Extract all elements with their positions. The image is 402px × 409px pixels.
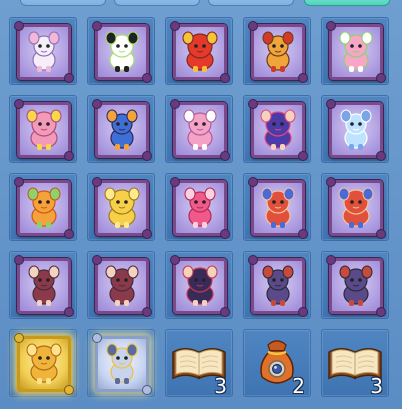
inventory-slot[interactable]: [87, 173, 155, 241]
tab-3[interactable]: [208, 0, 294, 6]
inventory-slot[interactable]: [9, 17, 77, 85]
armored-beast-pet-icon: [258, 264, 298, 308]
inventory-slot[interactable]: [87, 329, 155, 397]
inventory-slot[interactable]: [243, 95, 311, 163]
pet-card: [14, 21, 74, 83]
pet-card: [326, 99, 386, 161]
pet-card: [326, 21, 386, 83]
tab-4-active[interactable]: [304, 0, 390, 6]
inventory-slot[interactable]: [165, 251, 233, 319]
red-warrior-pet-icon: [258, 186, 298, 230]
inventory-slot[interactable]: [9, 251, 77, 319]
inventory-slot[interactable]: 3: [165, 329, 233, 397]
inventory-slot[interactable]: [87, 17, 155, 85]
yellow-pear-pet-icon: [102, 186, 142, 230]
inventory-slot[interactable]: [165, 95, 233, 163]
inventory-slot[interactable]: [321, 251, 389, 319]
inventory-slot[interactable]: [321, 95, 389, 163]
pet-card: [14, 99, 74, 161]
inventory-slot[interactable]: [9, 329, 77, 397]
inventory-slot[interactable]: [87, 251, 155, 319]
inventory-slot[interactable]: [243, 251, 311, 319]
inventory-slot[interactable]: [9, 95, 77, 163]
pet-card: [92, 255, 152, 317]
inventory-slot[interactable]: [321, 173, 389, 241]
inventory-slot[interactable]: [165, 173, 233, 241]
pet-card: [92, 99, 152, 161]
pink-bird-pet-icon: [336, 30, 376, 74]
bat-pet-icon: [102, 264, 142, 308]
pink-fairy-pet-icon: [180, 186, 220, 230]
purple-girl-pet-icon: [258, 108, 298, 152]
inventory-slot[interactable]: [87, 95, 155, 163]
red-dragon-pet-icon: [180, 30, 220, 74]
pet-card: [14, 333, 74, 395]
inventory-slot[interactable]: [9, 173, 77, 241]
tab-1[interactable]: [20, 0, 106, 6]
inventory-slot[interactable]: [243, 173, 311, 241]
inventory-slot[interactable]: [165, 17, 233, 85]
item-count: 3: [214, 374, 227, 398]
inventory-slot[interactable]: 2: [243, 329, 311, 397]
pet-card: [14, 255, 74, 317]
white-mouse-pet-icon: [24, 30, 64, 74]
pet-card: [92, 333, 152, 395]
pet-card: [326, 255, 386, 317]
dark-mage-pet-icon: [180, 264, 220, 308]
pet-card: [170, 255, 230, 317]
inventory-slot[interactable]: [243, 17, 311, 85]
pink-dragon-pet-icon: [180, 108, 220, 152]
pet-card: [170, 177, 230, 239]
golden-dragon-pet-icon: [24, 342, 64, 386]
pet-card: [248, 255, 308, 317]
bat-pet-icon: [24, 264, 64, 308]
tab-bar: [0, 0, 402, 10]
inventory-slot[interactable]: [321, 17, 389, 85]
pet-card: [326, 177, 386, 239]
pet-card: [14, 177, 74, 239]
panda-pet-icon: [102, 30, 142, 74]
pet-card: [248, 21, 308, 83]
red-warrior-pet-icon: [336, 186, 376, 230]
pet-card: [92, 177, 152, 239]
blue-monkey-pet-icon: [102, 108, 142, 152]
armored-knight-pet-icon: [102, 342, 142, 386]
item-count: 2: [292, 374, 305, 398]
inventory-slot[interactable]: 3: [321, 329, 389, 397]
pet-card: [248, 99, 308, 161]
pet-card: [170, 99, 230, 161]
pet-card: [92, 21, 152, 83]
pet-card: [248, 177, 308, 239]
orange-chick-pet-icon: [24, 186, 64, 230]
ice-dragon-pet-icon: [336, 108, 376, 152]
pet-card: [170, 21, 230, 83]
tab-2[interactable]: [114, 0, 200, 6]
armored-beast-pet-icon: [336, 264, 376, 308]
item-count: 3: [370, 374, 383, 398]
lion-drummer-pet-icon: [258, 30, 298, 74]
pink-flower-pet-icon: [24, 108, 64, 152]
